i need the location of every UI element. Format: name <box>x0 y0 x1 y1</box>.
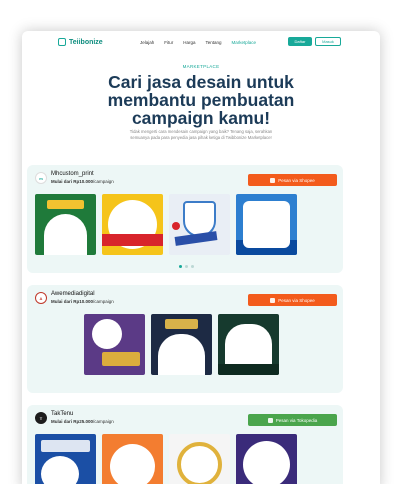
price-unit: /campaign <box>93 299 114 304</box>
portfolio-thumbnail[interactable] <box>84 314 145 375</box>
price-unit: /campaign <box>93 419 114 424</box>
portfolio-thumbnail[interactable] <box>169 434 230 484</box>
nav-fitur[interactable]: Fitur <box>164 40 173 45</box>
tokopedia-bag-icon <box>267 417 273 423</box>
logo[interactable]: Teiibonize <box>58 38 103 46</box>
vendor-name[interactable]: TakTenu <box>51 411 73 417</box>
portfolio-thumbnail[interactable] <box>151 314 212 375</box>
portfolio-thumbnail[interactable] <box>169 194 230 255</box>
page-title: Cari jasa desain untuk membantu pembuata… <box>107 72 295 128</box>
carousel-dot[interactable] <box>179 265 182 268</box>
vendor-card-awemediadigital: A Awemediadigital Mulai dari Rp10.000/ca… <box>27 285 343 393</box>
vendor-name[interactable]: Mhcustom_print <box>51 171 94 177</box>
avatar: T <box>35 412 47 424</box>
section-tag: MARKETPLACE <box>182 64 220 69</box>
nav-jelajah[interactable]: Jelajah <box>140 40 154 45</box>
order-shopee-button[interactable]: Pesan via Shopee <box>248 294 337 306</box>
portfolio-thumbnail[interactable] <box>102 194 163 255</box>
price-value: Mulai dari Rp25.000 <box>51 419 94 424</box>
shopee-bag-icon <box>270 297 276 303</box>
logo-text: Teiibonize <box>69 38 103 46</box>
order-tokopedia-button[interactable]: Pesan via Tokopedia <box>248 414 337 426</box>
masuk-button[interactable]: Masuk <box>315 37 341 46</box>
vendor-price: Mulai dari Rp25.000/campaign <box>51 419 114 424</box>
nav-tentang[interactable]: Tentang <box>206 40 222 45</box>
daftar-button[interactable]: Daftar <box>288 37 312 46</box>
nav-harga[interactable]: Harga <box>183 40 195 45</box>
nav-marketplace[interactable]: Marketplace <box>232 40 257 45</box>
shopee-bag-icon <box>270 177 276 183</box>
order-label: Pesan via Tokopedia <box>275 417 318 423</box>
portfolio-thumbnail[interactable] <box>236 434 297 484</box>
order-shopee-button[interactable]: Pesan via Shopee <box>248 174 337 186</box>
avatar: A <box>35 292 47 304</box>
main-nav: Jelajah Fitur Harga Tentang Marketplace <box>140 40 256 45</box>
page-card: Teiibonize Jelajah Fitur Harga Tentang M… <box>22 31 380 484</box>
vendor-card-taktenu: T TakTenu Mulai dari Rp25.000/campaign P… <box>27 405 343 484</box>
order-label: Pesan via Shopee <box>278 177 315 183</box>
portfolio-carousel[interactable] <box>35 194 297 255</box>
logo-icon <box>58 38 66 46</box>
carousel-dots <box>179 265 194 268</box>
portfolio-thumbnail[interactable] <box>35 194 96 255</box>
avatar: m <box>35 172 47 184</box>
price-unit: /campaign <box>93 179 114 184</box>
portfolio-thumbnail[interactable] <box>236 194 297 255</box>
price-value: Mulai dari Rp10.000 <box>51 179 94 184</box>
vendor-card-mhcustom: m Mhcustom_print Mulai dari Rp10.000/cam… <box>27 165 343 273</box>
carousel-dot[interactable] <box>191 265 194 268</box>
price-value: Mulai dari Rp10.000 <box>51 299 94 304</box>
portfolio-thumbnail[interactable] <box>218 314 279 375</box>
portfolio-thumbnail[interactable] <box>102 434 163 484</box>
order-label: Pesan via Shopee <box>278 297 315 303</box>
page-subtitle: Tidak mengerti cara mendesain campaign y… <box>129 129 273 140</box>
portfolio-carousel[interactable] <box>35 434 297 484</box>
portfolio-carousel[interactable] <box>84 314 279 375</box>
portfolio-thumbnail[interactable] <box>35 434 96 484</box>
vendor-price: Mulai dari Rp10.000/campaign <box>51 299 114 304</box>
header: Teiibonize Jelajah Fitur Harga Tentang M… <box>22 31 380 53</box>
vendor-price: Mulai dari Rp10.000/campaign <box>51 179 114 184</box>
vendor-name[interactable]: Awemediadigital <box>51 291 95 297</box>
carousel-dot[interactable] <box>185 265 188 268</box>
